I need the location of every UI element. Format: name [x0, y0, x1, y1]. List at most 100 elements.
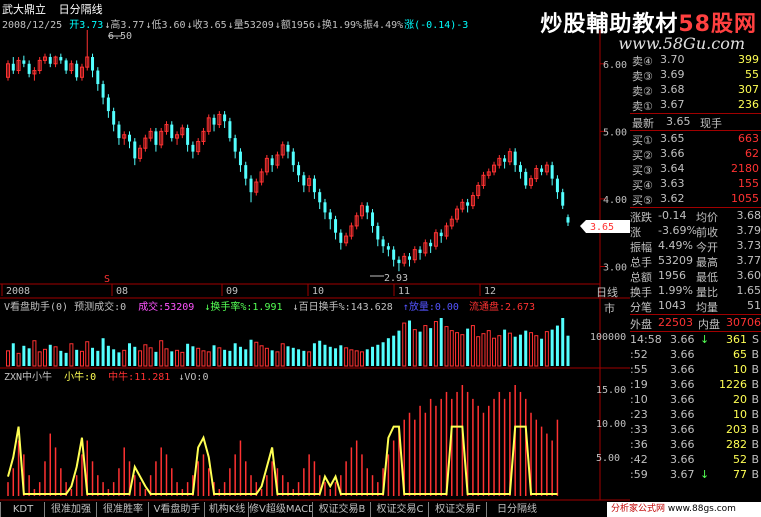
candle-body	[328, 212, 332, 220]
quote-row: :42 3.66 52 B	[630, 453, 761, 468]
quote-cell: B	[751, 438, 759, 451]
tab-2[interactable]: 很准胜率	[96, 502, 149, 517]
quote-cell: 内盘	[698, 318, 720, 331]
quote-cell: 52	[733, 453, 747, 466]
volume-bar	[323, 344, 327, 366]
quote-cell: 663	[738, 132, 759, 145]
volume-bar	[561, 318, 565, 366]
volume-bar	[412, 329, 417, 367]
volume-bar	[550, 329, 554, 366]
tab-9[interactable]: 日分隔线	[486, 502, 547, 517]
tab-3[interactable]: V看盘助手	[148, 502, 205, 517]
quote-cell: 均价	[696, 211, 718, 224]
quote-cell: 51	[747, 299, 761, 312]
volume-bar	[470, 325, 475, 367]
volume-bar	[254, 341, 259, 367]
quote-panel: 卖④ 3.70 399 卖③ 3.69 55 卖② 3.68 307 卖① 3.67 236 最新 3.6…	[630, 53, 761, 500]
quote-cell: B	[751, 468, 759, 481]
quote-cell: 62	[745, 147, 759, 160]
volume-bar	[418, 331, 422, 366]
candle-body	[59, 57, 63, 61]
quote-cell: :10	[630, 393, 648, 406]
volume-bar	[481, 333, 486, 367]
quote-separator	[630, 314, 761, 315]
quote-row: 卖④ 3.70 399	[630, 53, 761, 68]
volume-bar	[566, 335, 570, 366]
quote-row: 买② 3.66 62	[630, 147, 761, 162]
tab-1[interactable]: 很准加强	[44, 502, 97, 517]
volume-bar	[79, 350, 84, 367]
volume-bar	[334, 348, 338, 366]
quote-cell: 卖②	[632, 85, 653, 98]
quote-cell: B	[751, 408, 759, 421]
chart-area[interactable]: 6.005.004.003.00 2008 08 09 10 11 12 6.50 2.9…	[0, 0, 630, 502]
price-tick-label: 4.00	[603, 195, 627, 206]
candle-body	[11, 63, 15, 71]
quote-cell: 22503	[658, 316, 693, 329]
volume-bar	[555, 325, 559, 366]
tab-8[interactable]: 权证交易F	[428, 502, 487, 517]
current-price-tag: 3.65	[590, 222, 614, 233]
candle-body	[233, 138, 237, 152]
quote-row: 最新 3.65 现手	[630, 115, 761, 130]
quote-separator	[630, 331, 761, 332]
candle-body	[297, 165, 301, 176]
quote-cell: 3.66	[670, 453, 695, 466]
candle-body	[64, 60, 68, 71]
quote-cell: ↓	[700, 333, 710, 346]
quote-cell: :52	[630, 348, 648, 361]
volume-bar	[529, 332, 534, 367]
quote-cell: 分笔	[630, 301, 652, 314]
candle-body	[466, 202, 470, 206]
candle-body	[408, 256, 412, 260]
volume-bar	[286, 346, 290, 366]
quote-cell: 前收	[696, 226, 718, 239]
quote-row: 总手 53209 最高 3.77	[630, 254, 761, 269]
candle-body	[154, 131, 158, 145]
quote-cell: 236	[738, 98, 759, 111]
volume-bar	[69, 343, 74, 367]
quote-cell: 3.68	[660, 83, 685, 96]
quote-row: 卖③ 3.69 55	[630, 68, 761, 83]
tab-6[interactable]: 权证交易B	[312, 502, 371, 517]
candle-body	[112, 111, 116, 125]
volume-bar	[128, 343, 132, 366]
candle-body	[381, 239, 385, 247]
quote-row: :55 3.66 10 B	[630, 363, 761, 378]
volume-bar	[259, 345, 264, 367]
quote-cell: 1055	[731, 192, 759, 205]
quote-row: 买① 3.65 663	[630, 132, 761, 147]
quote-cell: 3.66	[670, 438, 695, 451]
volume-bar	[75, 349, 79, 366]
low-marker: 2.93	[384, 273, 408, 284]
tab-0[interactable]: KDT	[0, 502, 45, 517]
volume-bar	[233, 343, 237, 366]
date-axis-right-label: 日线	[596, 285, 618, 299]
tab-7[interactable]: 权证交易C	[370, 502, 429, 517]
tab-4[interactable]: 机构K线	[204, 502, 249, 517]
candle-body	[106, 97, 110, 112]
volume-bar	[429, 328, 433, 366]
quote-cell: 1956	[658, 269, 686, 282]
quote-cell: 卖④	[632, 55, 653, 68]
candle-body	[550, 165, 554, 179]
candle-series	[6, 30, 570, 272]
quote-row: :52 3.66 65 B	[630, 348, 761, 363]
candle-body	[429, 242, 433, 247]
quote-cell: 3.60	[736, 269, 761, 282]
price-tick-label: 6.00	[603, 60, 627, 71]
candle-body	[524, 171, 528, 186]
volume-bar	[143, 344, 148, 367]
quote-row: :23 3.66 10 B	[630, 408, 761, 423]
tab-5[interactable]: 修V超级MACD	[248, 502, 313, 517]
candle-body	[286, 144, 290, 152]
quote-cell: B	[751, 453, 759, 466]
candle-body	[101, 84, 105, 98]
candle-body	[75, 63, 79, 78]
volume-bar	[228, 350, 232, 366]
volume-bar	[433, 321, 438, 367]
market-tag: 市	[604, 301, 615, 315]
candle-body	[555, 178, 559, 193]
quote-row: 振幅 4.49% 今开 3.73	[630, 239, 761, 254]
quote-row: 涨跌 -0.14 均价 3.68	[630, 209, 761, 224]
